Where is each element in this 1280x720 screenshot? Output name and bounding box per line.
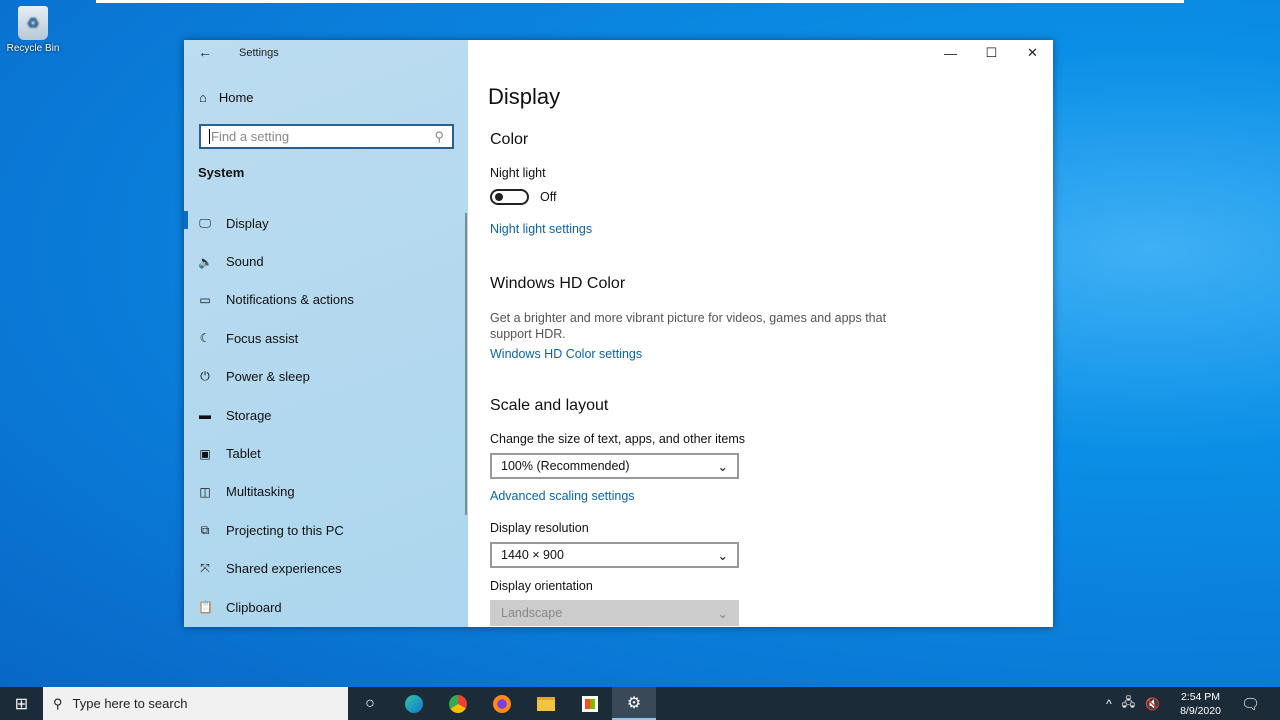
moon-icon: ☾	[199, 331, 211, 346]
start-button[interactable]: ⊞	[0, 694, 43, 714]
chrome-icon[interactable]	[436, 687, 480, 720]
notification-icon: ▭	[199, 292, 211, 307]
monitor-icon: 🖵	[199, 215, 211, 230]
settings-taskbar-icon[interactable]: ⚙	[612, 687, 656, 720]
sidebar-item-label: Multitasking	[226, 484, 295, 500]
page-title: Display	[488, 84, 561, 109]
chevron-down-icon: ⌄	[717, 607, 728, 621]
resolution-label: Display resolution	[490, 521, 589, 535]
sidebar-item-label: Notifications & actions	[226, 292, 354, 308]
orientation-dropdown[interactable]: Landscape ⌄	[490, 600, 739, 626]
cortana-icon[interactable]: ○	[348, 687, 392, 720]
recycle-bin-icon: ♻	[18, 6, 48, 40]
recycle-bin[interactable]: ♻ Recycle Bin	[4, 6, 62, 54]
night-light-label: Night light	[490, 166, 546, 180]
sidebar-item-label: Display	[226, 215, 269, 231]
taskbar-search[interactable]: ⚲ Type here to search	[43, 687, 348, 720]
search-input[interactable]: Find a setting ⚲	[199, 124, 454, 149]
shared-icon: ⤧	[200, 561, 210, 576]
power-icon: ⏻	[200, 369, 210, 384]
volume-muted-icon[interactable]: 🔇	[1145, 697, 1160, 711]
sidebar-item-label: Power & sleep	[226, 369, 310, 385]
sidebar-item-label: Storage	[226, 407, 272, 423]
sidebar-item-label: Projecting to this PC	[226, 522, 344, 538]
tablet-icon: ▣	[199, 446, 211, 461]
night-light-state: Off	[540, 190, 557, 204]
settings-window: ← Settings ⌂ Home Find a setting ⚲ System …	[184, 40, 1053, 627]
chevron-down-icon: ⌄	[717, 549, 728, 563]
top-overlay-bar	[96, 0, 1184, 3]
night-light-settings-link[interactable]: Night light settings	[490, 222, 592, 236]
sidebar-item-tablet[interactable]: ▣ Tablet	[184, 434, 468, 472]
firefox-icon[interactable]	[480, 687, 524, 720]
sidebar-item-power-sleep[interactable]: ⏻ Power & sleep	[184, 358, 468, 396]
projector-icon: ⧉	[200, 522, 210, 537]
sidebar-item-focus-assist[interactable]: ☾ Focus assist	[184, 319, 468, 357]
sidebar-item-home[interactable]: ⌂ Home	[199, 90, 254, 105]
minimize-button[interactable]: —	[930, 40, 971, 66]
scrollbar[interactable]	[465, 213, 467, 515]
sidebar-item-label: Sound	[226, 254, 264, 270]
home-icon: ⌂	[199, 90, 207, 105]
file-explorer-icon[interactable]	[524, 687, 568, 720]
content-pane: — ☐ ✕ Display Color Night light Off Nigh…	[468, 40, 1053, 627]
sidebar-item-clipboard[interactable]: 📋 Clipboard	[184, 588, 468, 626]
network-icon[interactable]: 🖧	[1122, 693, 1135, 714]
sidebar-item-label: Clipboard	[226, 599, 282, 615]
chevron-down-icon: ⌄	[717, 460, 728, 474]
sidebar-item-display[interactable]: 🖵 Display	[184, 204, 468, 242]
storage-icon: ▬	[199, 408, 211, 423]
multitasking-icon: ◫	[199, 484, 211, 499]
color-heading: Color	[490, 131, 529, 148]
scale-dropdown[interactable]: 100% (Recommended) ⌄	[490, 453, 739, 479]
section-heading: System	[198, 165, 245, 180]
orientation-label: Display orientation	[490, 579, 593, 593]
sidebar-nav: 🖵 Display 🔈 Sound ▭ Notifications & actions ☾ F…	[184, 204, 468, 626]
maximize-button[interactable]: ☐	[971, 40, 1012, 66]
hdr-heading: Windows HD Color	[490, 275, 626, 292]
sidebar-item-notifications-actions[interactable]: ▭ Notifications & actions	[184, 281, 468, 319]
back-button[interactable]: ←	[198, 44, 212, 60]
notification-center-icon[interactable]: 🗨	[1241, 695, 1260, 713]
close-button[interactable]: ✕	[1012, 40, 1053, 66]
sidebar-item-label: Focus assist	[226, 330, 299, 346]
clipboard-icon: 📋	[198, 600, 213, 615]
night-light-toggle[interactable]	[490, 189, 529, 205]
sidebar-item-sound[interactable]: 🔈 Sound	[184, 242, 468, 280]
resolution-dropdown[interactable]: 1440 × 900 ⌄	[490, 542, 739, 568]
sidebar: ← Settings ⌂ Home Find a setting ⚲ System …	[184, 40, 468, 627]
sidebar-item-shared-experiences[interactable]: ⤧ Shared experiences	[184, 550, 468, 588]
edge-icon[interactable]	[392, 687, 436, 720]
search-icon: ⚲	[53, 695, 63, 711]
chevron-up-icon[interactable]: ^	[1106, 697, 1112, 711]
advanced-scaling-link[interactable]: Advanced scaling settings	[490, 489, 635, 503]
sidebar-item-multitasking[interactable]: ◫ Multitasking	[184, 473, 468, 511]
speaker-icon: 🔈	[198, 254, 213, 269]
sidebar-item-projecting-to-this-pc[interactable]: ⧉ Projecting to this PC	[184, 511, 468, 549]
hdr-description: Get a brighter and more vibrant picture …	[490, 311, 887, 341]
search-icon: ⚲	[434, 129, 444, 144]
taskbar: ⊞ ⚲ Type here to search ○ ⚙ ^ 🖧 🔇 2:54 PM…	[0, 687, 1280, 720]
scale-heading: Scale and layout	[490, 397, 609, 414]
sidebar-item-label: Shared experiences	[226, 561, 342, 577]
clock[interactable]: 2:54 PM 8/9/2020	[1180, 690, 1221, 718]
sidebar-item-storage[interactable]: ▬ Storage	[184, 396, 468, 434]
size-label: Change the size of text, apps, and other…	[490, 432, 746, 446]
hdr-settings-link[interactable]: Windows HD Color settings	[490, 347, 642, 361]
window-title: Settings	[239, 47, 279, 59]
sidebar-item-label: Tablet	[226, 446, 261, 462]
store-icon[interactable]	[568, 687, 612, 720]
